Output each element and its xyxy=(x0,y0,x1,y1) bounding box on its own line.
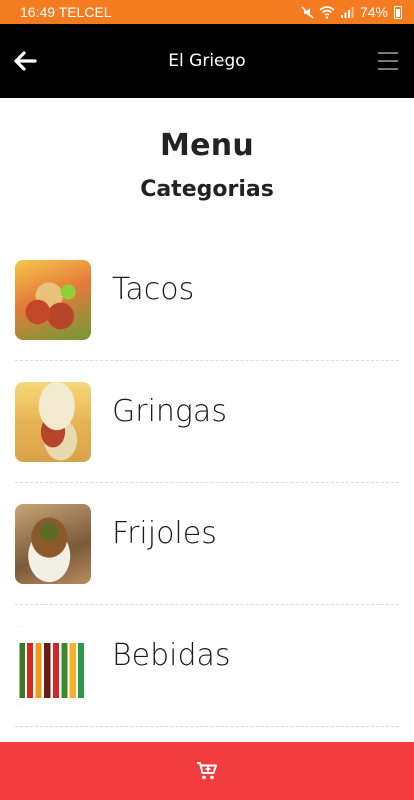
status-icons xyxy=(301,5,354,19)
back-button[interactable] xyxy=(12,49,38,73)
category-item-bebidas[interactable]: Bebidas xyxy=(15,605,399,727)
category-item-tacos[interactable]: Tacos xyxy=(15,239,399,361)
cart-button[interactable] xyxy=(0,742,414,800)
bebidas-photo xyxy=(15,625,91,706)
signal-icon xyxy=(340,6,354,18)
app-title: El Griego xyxy=(168,51,246,71)
app-bar: El Griego xyxy=(0,24,414,98)
battery-percent: 74% xyxy=(359,4,388,20)
category-label: Gringas xyxy=(112,394,227,429)
category-label: Frijoles xyxy=(112,516,217,551)
menu-button[interactable] xyxy=(378,52,398,70)
frijoles-photo xyxy=(15,503,91,584)
hamburger-menu-icon-line xyxy=(378,60,398,62)
tacos-photo xyxy=(15,259,91,340)
hamburger-menu-icon-line xyxy=(378,52,398,54)
page-subtitle: Categorias xyxy=(140,177,274,202)
gringas-photo xyxy=(15,381,91,462)
battery-icon xyxy=(394,5,402,19)
wifi-icon xyxy=(319,5,335,19)
status-time-carrier: 16:49 TELCEL xyxy=(20,4,112,20)
mute-icon xyxy=(301,6,314,18)
hamburger-menu-icon-line xyxy=(378,68,398,70)
category-label: Tacos xyxy=(112,272,195,307)
category-list: Tacos Gringas Frijoles Bebidas xyxy=(0,239,414,727)
main-content: Menu Categorias Tacos Gringas Frijoles B… xyxy=(0,98,414,742)
page-title: Menu xyxy=(159,128,255,163)
cart-plus-icon xyxy=(197,762,217,780)
status-bar: 16:49 TELCEL 74% xyxy=(0,0,414,24)
status-right: 74% xyxy=(301,4,402,20)
arrow-left-icon xyxy=(14,51,37,71)
category-item-gringas[interactable]: Gringas xyxy=(15,361,399,483)
category-label: Bebidas xyxy=(112,638,231,673)
category-item-frijoles[interactable]: Frijoles xyxy=(15,483,399,605)
